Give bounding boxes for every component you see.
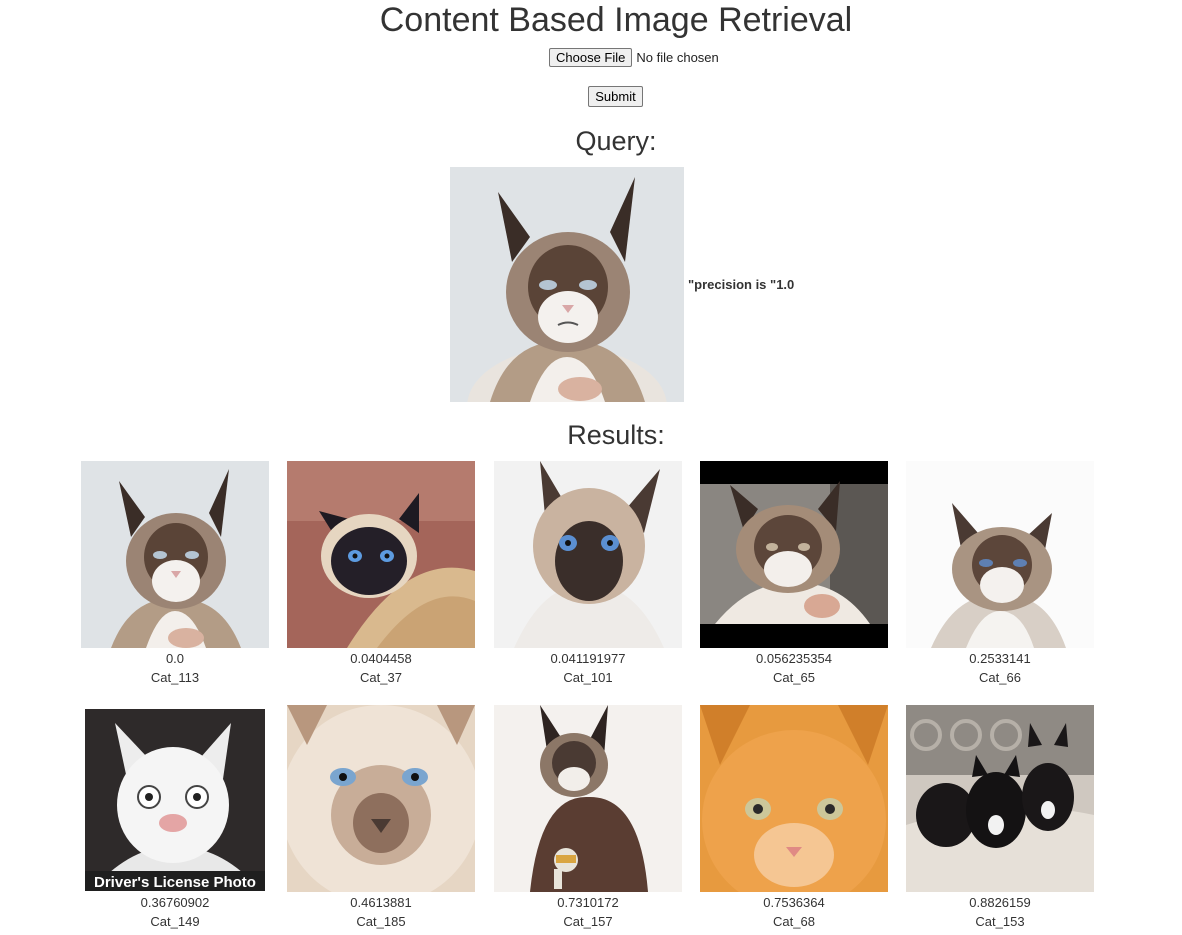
result-card[interactable]: 0.041191977 Cat_101: [494, 461, 682, 687]
result-score: 0.041191977: [550, 651, 626, 666]
result-name: Cat_185: [356, 914, 406, 929]
result-score: 0.056235354: [756, 651, 832, 666]
query-row: "precision is "1.0: [450, 167, 794, 402]
result-score: 0.8826159: [969, 895, 1031, 910]
result-card[interactable]: 0.7536364 Cat_68: [700, 705, 888, 931]
result-name: Cat_157: [563, 914, 613, 929]
result-score: 0.2533141: [969, 651, 1031, 666]
result-name: Cat_101: [563, 670, 613, 685]
result-name: Cat_65: [773, 670, 815, 685]
result-image-grumpy-cat: [906, 461, 1094, 648]
result-card[interactable]: 0.056235354 Cat_65: [700, 461, 888, 687]
result-score: 0.7310172: [557, 895, 619, 910]
result-image-birman-cat: [287, 705, 475, 892]
file-upload-row: Choose File No file chosen: [549, 47, 719, 67]
result-name: Cat_113: [150, 670, 200, 685]
submit-button[interactable]: Submit: [588, 86, 643, 107]
result-score: 0.0404458: [350, 651, 412, 666]
result-card[interactable]: Driver's License Photo 0.36760902 Cat_14…: [81, 705, 269, 931]
result-image-grumpy-cat-costume: [494, 705, 682, 892]
result-score: 0.4613881: [350, 895, 412, 910]
result-card[interactable]: 0.2533141 Cat_66: [906, 461, 1094, 687]
result-name: Cat_149: [150, 914, 200, 929]
result-card[interactable]: 0.7310172 Cat_157: [494, 705, 682, 931]
result-name: Cat_37: [360, 670, 402, 685]
result-score: 0.0: [165, 651, 185, 666]
overlay-caption: Driver's License Photo: [94, 874, 256, 891]
choose-file-button[interactable]: Choose File: [549, 47, 633, 67]
result-name: Cat_153: [975, 914, 1025, 929]
result-image-black-kittens: [906, 705, 1094, 892]
result-image-white-cat: Driver's License Photo: [81, 705, 269, 892]
result-card[interactable]: 0.8826159 Cat_153: [906, 705, 1094, 931]
result-card[interactable]: 0.0 Cat_113: [81, 461, 269, 687]
result-card[interactable]: 0.0404458 Cat_37: [287, 461, 475, 687]
precision-text: "precision is "1.0: [688, 277, 795, 292]
result-image-siamese-cat: [287, 461, 475, 648]
result-image-orange-kitten: [700, 705, 888, 892]
page-title: Content Based Image Retrieval: [379, 1, 853, 39]
results-heading: Results:: [567, 420, 665, 450]
result-name: Cat_66: [979, 670, 1021, 685]
page-root: Content Based Image Retrieval Choose Fil…: [0, 0, 1182, 935]
result-image-grumpy-cat: [700, 461, 888, 648]
file-status-text: No file chosen: [636, 49, 719, 65]
result-image-siamese-cat: [494, 461, 682, 648]
result-image-grumpy-cat: [81, 461, 269, 648]
result-name: Cat_68: [773, 914, 815, 929]
query-heading: Query:: [575, 126, 657, 156]
result-score: 0.36760902: [140, 895, 210, 910]
result-card[interactable]: 0.4613881 Cat_185: [287, 705, 475, 931]
result-score: 0.7536364: [763, 895, 825, 910]
query-image: [450, 167, 684, 402]
